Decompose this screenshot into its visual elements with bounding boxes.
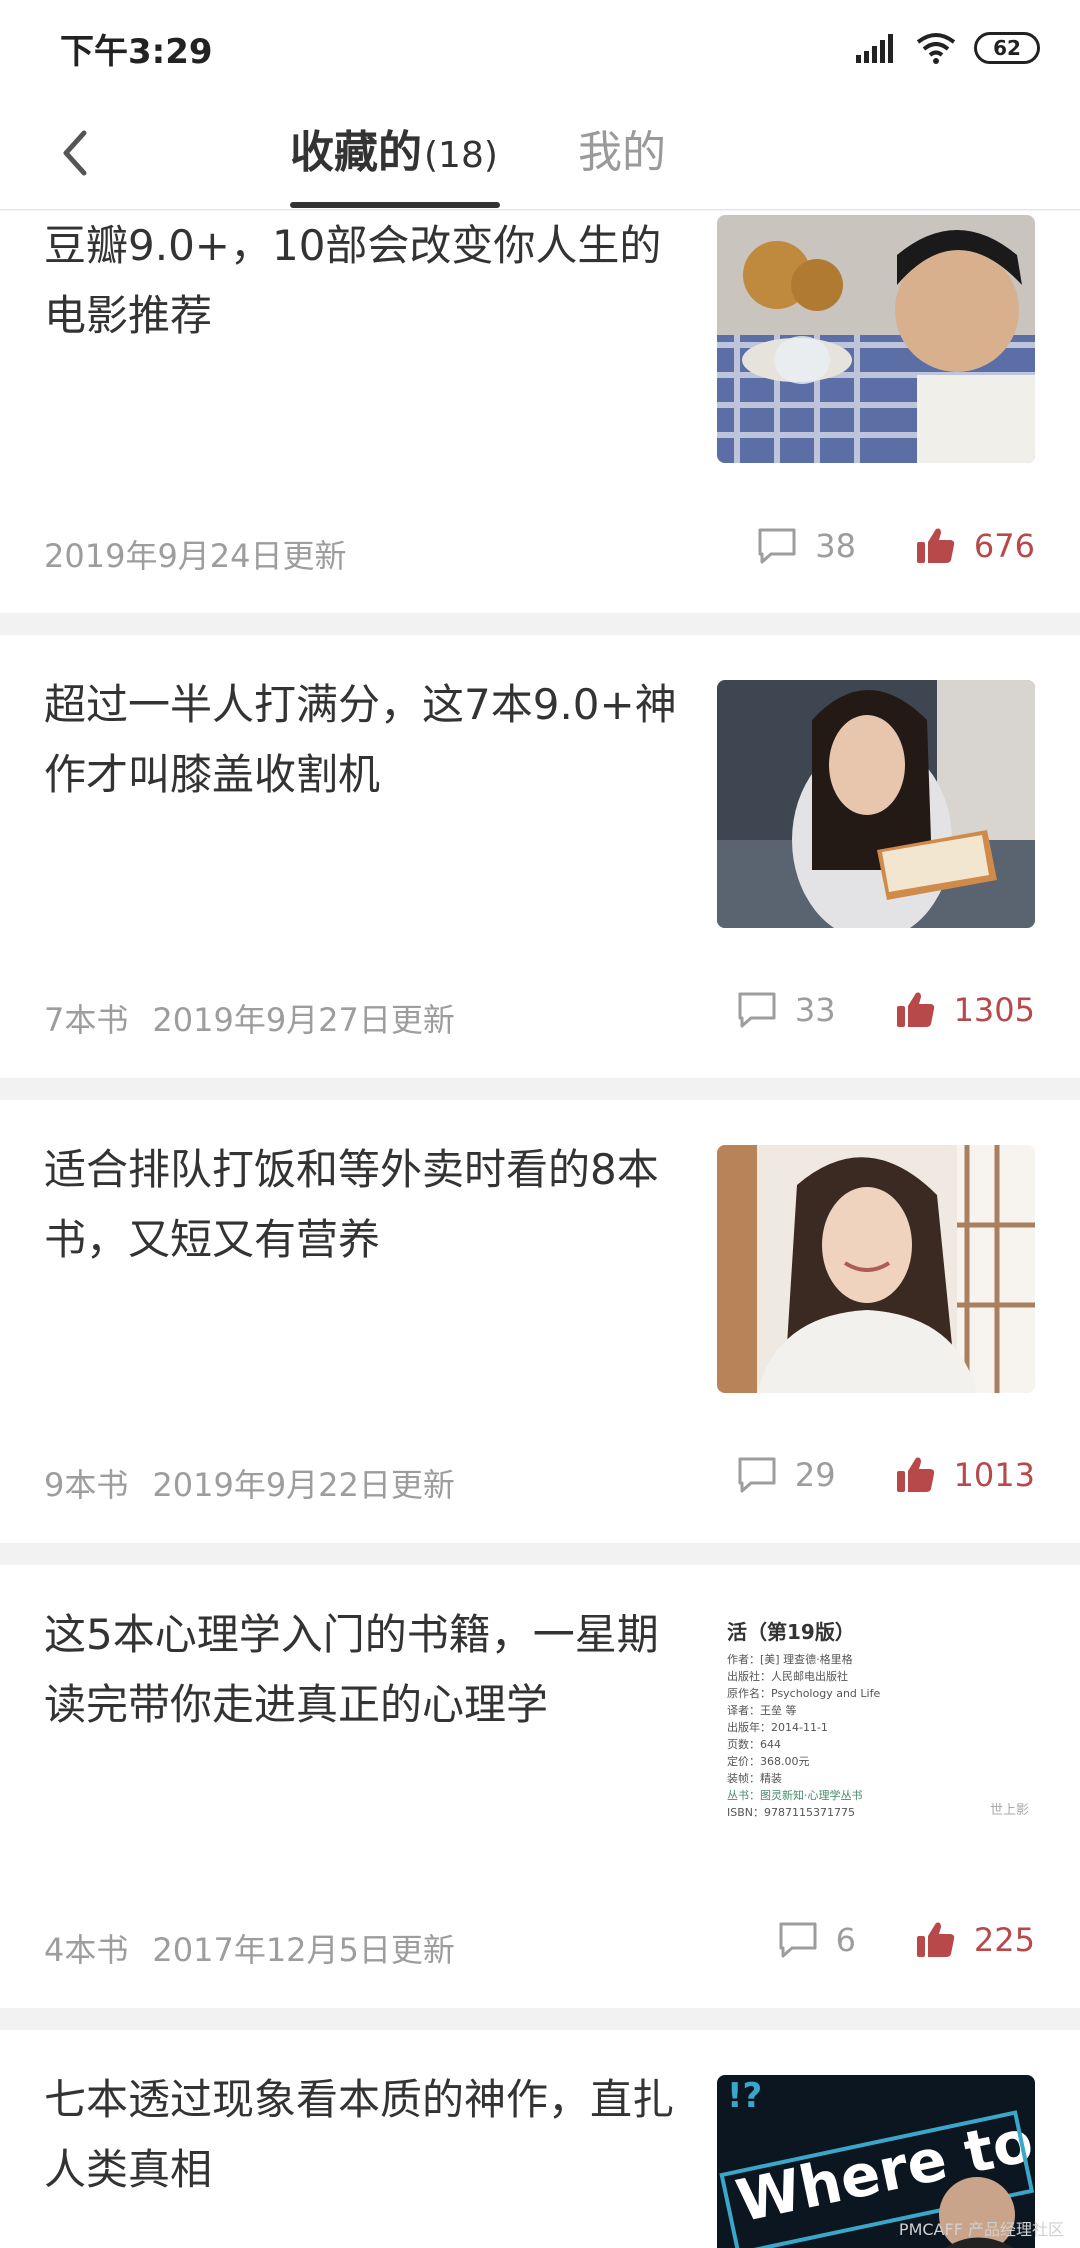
card-stats: 6 225: [778, 1921, 1035, 1959]
card-updated-date: 2017年12月5日更新: [152, 1931, 455, 1969]
card-title: 豆瓣9.0+，10部会改变你人生的电影推荐: [44, 221, 662, 340]
like-stat[interactable]: 676: [916, 527, 1035, 565]
like-count: 1305: [953, 991, 1035, 1029]
comment-count: 6: [835, 1921, 856, 1959]
list-item[interactable]: 适合排队打饭和等外卖时看的8本书，又短又有营养 9本书 2019年9月22日更新: [0, 1100, 1080, 1543]
comment-icon: [779, 1922, 817, 1958]
card-title: 适合排队打饭和等外卖时看的8本书，又短又有营养: [44, 1145, 659, 1264]
status-bar: 下午3:29 62: [0, 0, 1080, 96]
card-meta: 4本书 2017年12月5日更新: [44, 1925, 455, 1971]
card-thumbnail: [717, 680, 1035, 928]
tab-active-indicator: [290, 202, 500, 208]
card-stats: 33 1305: [737, 991, 1035, 1029]
poster-punctuation: !?: [727, 2076, 762, 2116]
card-stats: 29 1013: [737, 1456, 1035, 1494]
woman-reading-photo-image: [717, 680, 1035, 928]
watermark: PMCAFF 产品经理社区: [898, 2220, 1064, 2239]
list-item[interactable]: 超过一半人打满分，这7本9.0+神作才叫膝盖收割机 7本书 2019年9月27日…: [0, 635, 1080, 1078]
thumbs-up-icon: [916, 528, 955, 563]
thumbs-up-icon: [896, 992, 934, 1027]
book-info-line: 出版年：2014-11-1: [727, 1721, 828, 1734]
battery-level: 62: [993, 36, 1021, 60]
comment-icon: [738, 992, 776, 1028]
nav-bar: 收藏的 (18) 我的: [0, 96, 1080, 210]
list-item[interactable]: 这5本心理学入门的书籍，一星期读完带你走进真正的心理学 活（第19版） 作者：[…: [0, 1565, 1080, 2008]
like-stat[interactable]: 1305: [896, 991, 1035, 1029]
tab-collected-label: 收藏的: [290, 127, 422, 178]
like-stat[interactable]: 1013: [896, 1456, 1035, 1494]
book-info-line: 定价：368.00元: [727, 1755, 810, 1768]
card-meta: 2019年9月24日更新: [44, 531, 347, 577]
card-title: 超过一半人打满分，这7本9.0+神作才叫膝盖收割机: [44, 680, 677, 799]
book-info-line: 装帧：精装: [727, 1772, 782, 1785]
card-title: 这5本心理学入门的书籍，一星期读完带你走进真正的心理学: [44, 1610, 659, 1729]
book-info-line: ISBN：9787115371775: [727, 1806, 855, 1819]
card-book-count: 4本书: [44, 1931, 129, 1969]
comment-icon: [758, 528, 796, 564]
like-count: 225: [973, 1921, 1035, 1959]
card-thumbnail: 活（第19版） 作者：[美] 理查德·格里格 出版社：人民邮电出版社 原作名：P…: [717, 1610, 1035, 1858]
comment-count: 29: [794, 1456, 836, 1494]
like-stat[interactable]: 225: [916, 1921, 1035, 1959]
smiling-woman-photo-image: [717, 1145, 1035, 1393]
thumbs-up-icon: [916, 1922, 955, 1957]
wifi-icon: [916, 33, 956, 64]
book-info-title: 活（第19版）: [727, 1620, 855, 1644]
card-meta: 7本书 2019年9月27日更新: [44, 995, 455, 1041]
comment-stat[interactable]: 38: [757, 527, 856, 565]
like-count: 1013: [953, 1456, 1035, 1494]
card-book-count: 9本书: [44, 1466, 129, 1504]
book-info-image: 活（第19版） 作者：[美] 理查德·格里格 出版社：人民邮电出版社 原作名：P…: [717, 1610, 1035, 1858]
comment-count: 33: [794, 991, 836, 1029]
status-icons: 62: [856, 28, 1040, 68]
list-item[interactable]: 豆瓣9.0+，10部会改变你人生的电影推荐 2019年9月24日更新 38 67…: [0, 211, 1080, 613]
card-stats: 38 676: [757, 527, 1035, 565]
back-button[interactable]: [40, 118, 110, 188]
boy-photo-image: [717, 215, 1035, 463]
card-title: 七本透过现象看本质的神作，直扎人类真相: [44, 2075, 675, 2194]
thumbs-up-icon: [896, 1457, 934, 1492]
book-info-line: 页数：644: [727, 1738, 781, 1751]
chevron-left-icon: [63, 130, 87, 176]
like-count: 676: [973, 527, 1035, 565]
card-thumbnail: [717, 215, 1035, 463]
card-updated-date: 2019年9月27日更新: [152, 1001, 455, 1039]
signal-icon: [856, 34, 893, 63]
card-updated-date: 2019年9月22日更新: [152, 1466, 455, 1504]
tab-mine[interactable]: 我的: [578, 118, 666, 188]
book-info-line: 原作名：Psychology and Life: [727, 1687, 881, 1700]
card-meta: 9本书 2019年9月22日更新: [44, 1460, 455, 1506]
card-updated-date: 2019年9月24日更新: [44, 537, 347, 575]
card-thumbnail: [717, 1145, 1035, 1393]
comment-stat[interactable]: 6: [778, 1921, 856, 1959]
book-info-line: 作者：[美] 理查德·格里格: [727, 1653, 853, 1666]
comment-icon: [738, 1457, 776, 1493]
book-info-watermark: 世上影: [989, 1803, 1029, 1818]
book-info-line: 出版社：人民邮电出版社: [727, 1670, 848, 1683]
tab-collected-count: (18): [424, 135, 498, 176]
tab-collected[interactable]: 收藏的 (18): [290, 118, 498, 188]
comment-stat[interactable]: 29: [737, 1456, 836, 1494]
comment-count: 38: [815, 527, 856, 565]
book-info-line: 译者：王垒 等: [727, 1704, 797, 1717]
collection-list: 豆瓣9.0+，10部会改变你人生的电影推荐 2019年9月24日更新 38 67…: [0, 211, 1080, 2248]
battery-icon: 62: [974, 32, 1040, 64]
comment-stat[interactable]: 33: [737, 991, 836, 1029]
book-info-line: 丛书：图灵新知·心理学丛书: [727, 1789, 863, 1802]
card-book-count: 7本书: [44, 1001, 129, 1039]
status-time: 下午3:29: [60, 32, 213, 72]
